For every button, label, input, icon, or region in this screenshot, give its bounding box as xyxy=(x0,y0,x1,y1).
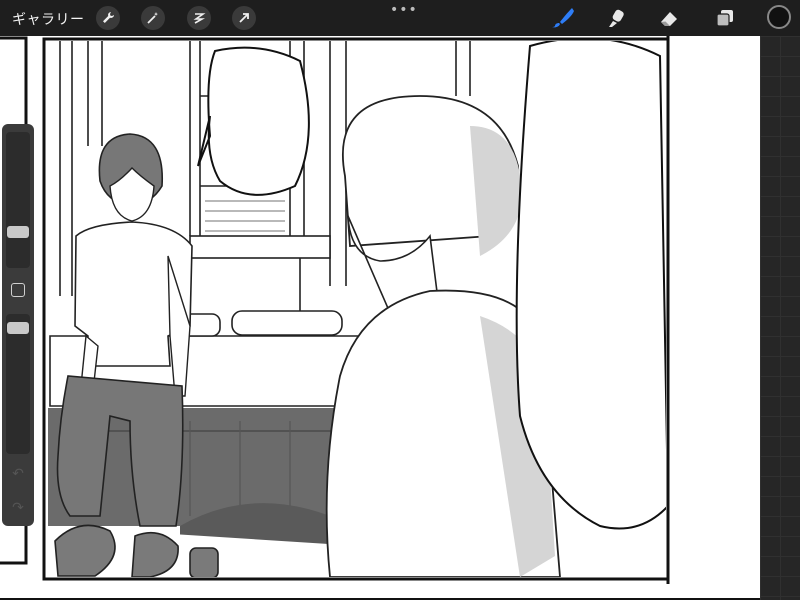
undo-icon[interactable]: ↶ xyxy=(10,466,26,482)
brush-size-slider[interactable] xyxy=(6,132,30,268)
layers-icon[interactable] xyxy=(712,5,738,31)
sidebar: ↶ ↷ xyxy=(2,124,34,526)
brush-size-thumb[interactable] xyxy=(7,226,29,238)
modify-button[interactable] xyxy=(11,283,25,297)
brush-icon[interactable] xyxy=(550,5,576,31)
canvas-background-grid xyxy=(760,36,800,600)
redo-icon[interactable]: ↷ xyxy=(10,500,26,516)
speech-balloon-right xyxy=(515,41,666,530)
more-options-button[interactable]: ••• xyxy=(390,2,418,18)
color-picker-swatch[interactable] xyxy=(767,5,791,29)
selection-icon[interactable] xyxy=(187,6,211,30)
adjustments-magic-wand-icon[interactable] xyxy=(141,6,165,30)
transform-arrow-icon[interactable] xyxy=(232,6,256,30)
actions-wrench-icon[interactable] xyxy=(96,6,120,30)
top-toolbar: ギャラリー ••• xyxy=(0,0,800,36)
opacity-slider[interactable] xyxy=(6,314,30,454)
opacity-thumb[interactable] xyxy=(7,322,29,334)
gallery-button[interactable]: ギャラリー xyxy=(12,9,85,29)
smudge-icon[interactable] xyxy=(603,5,629,31)
eraser-icon[interactable] xyxy=(656,5,682,31)
drawing-canvas[interactable] xyxy=(0,36,760,600)
comic-artwork xyxy=(0,36,760,600)
